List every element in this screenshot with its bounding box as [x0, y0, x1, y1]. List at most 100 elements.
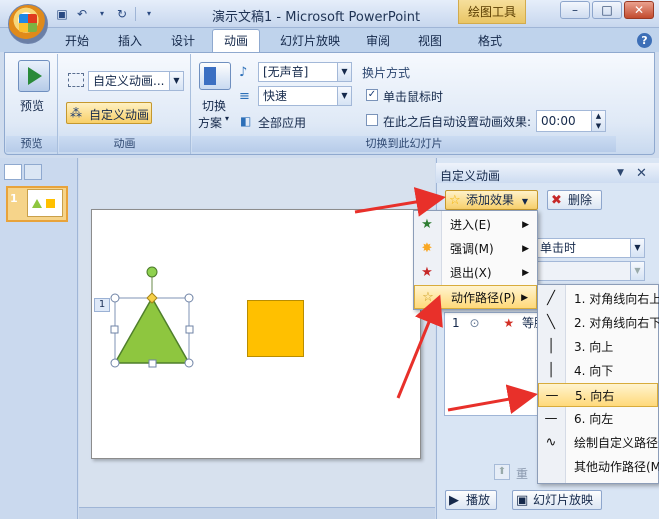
menu-item-label: 退出(X): [450, 266, 492, 280]
submenu-arrow-icon: ▶: [522, 244, 529, 254]
chevron-down-icon: ▼: [337, 87, 351, 105]
undo-icon[interactable]: ↶: [75, 7, 89, 21]
menu-item-label: 动作路径(P): [451, 291, 516, 305]
path-down-icon: │: [547, 363, 555, 378]
transition-scheme-line2[interactable]: 方案: [198, 114, 222, 131]
submenu-arrow-icon: ▶: [522, 268, 529, 278]
notes-pane[interactable]: [79, 507, 435, 519]
sound-combo-value: [无声音]: [263, 65, 309, 79]
menu-item-up[interactable]: │ 3. 向上: [538, 335, 658, 359]
help-icon[interactable]: ?: [637, 33, 652, 48]
remove-button[interactable]: ✖ 删除: [547, 190, 602, 210]
play-button[interactable]: ▶ 播放: [445, 490, 497, 510]
menu-item-left[interactable]: — 6. 向左: [538, 407, 658, 431]
resize-handle[interactable]: [110, 293, 120, 303]
preview-button[interactable]: 预览: [20, 97, 44, 114]
apply-all-button[interactable]: 全部应用: [258, 114, 306, 131]
menu-item-down[interactable]: │ 4. 向下: [538, 359, 658, 383]
tab-view[interactable]: 视图: [410, 31, 450, 52]
customize-qat-icon[interactable]: ▾: [142, 7, 156, 21]
apply-all-icon: ◧: [240, 114, 252, 128]
office-button[interactable]: [8, 4, 48, 44]
remove-label: 删除: [568, 193, 593, 207]
auto-after-checkbox[interactable]: [366, 114, 378, 126]
animate-icon: [68, 73, 84, 87]
chevron-down-icon: ▼: [521, 197, 528, 206]
effect-star-icon: ★: [503, 316, 515, 330]
list-item-number: 1: [452, 316, 460, 330]
move-up-icon[interactable]: ⬆: [494, 464, 510, 480]
add-effect-star-icon: ☆: [449, 193, 461, 208]
contextual-tab-drawing-tools: 绘图工具: [458, 0, 526, 24]
isosceles-triangle[interactable]: [113, 296, 191, 364]
chevron-down-icon: ▼: [169, 72, 183, 90]
speed-combo-value: 快速: [263, 89, 288, 103]
square-shape[interactable]: [247, 300, 304, 357]
resize-handle[interactable]: [110, 358, 120, 368]
auto-time-value: 00:00: [541, 114, 576, 128]
menu-item-entrance[interactable]: ★ 进入(E) ▶: [414, 213, 537, 237]
scheme-dropdown-icon[interactable]: ▾: [225, 114, 229, 123]
undo-dropdown-icon[interactable]: ▾: [95, 7, 109, 21]
menu-item-diag-down-right[interactable]: ╲ 2. 对角线向右下: [538, 311, 659, 335]
tab-format[interactable]: 格式: [470, 31, 510, 52]
transition-scheme-line1[interactable]: 切换: [202, 97, 226, 114]
resize-handle[interactable]: [184, 358, 194, 368]
tab-design[interactable]: 设计: [163, 31, 203, 52]
tab-review[interactable]: 审阅: [358, 31, 398, 52]
speed-combo[interactable]: 快速 ▼: [258, 86, 352, 106]
resize-handle[interactable]: [148, 359, 157, 368]
auto-time-spinner[interactable]: 00:00 ▲ ▼: [536, 110, 606, 132]
tab-home[interactable]: 开始: [57, 31, 97, 52]
on-click-checkbox[interactable]: ✓: [366, 89, 378, 101]
qat-separator: [135, 7, 136, 21]
menu-item-exit[interactable]: ★ 退出(X) ▶: [414, 261, 537, 285]
triangle-shape-selection[interactable]: [105, 262, 205, 374]
menu-item-label: 5. 向右: [575, 389, 615, 403]
slides-tab-icon[interactable]: [4, 164, 22, 180]
tab-insert[interactable]: 插入: [110, 31, 150, 52]
task-pane-title: 自定义动画: [440, 169, 501, 183]
exit-star-icon: ★: [421, 265, 433, 280]
start-combo-value: 单击时: [540, 241, 577, 255]
redo-icon[interactable]: ↻: [115, 7, 129, 21]
resize-handle[interactable]: [185, 325, 194, 334]
sound-icon: ♪: [239, 65, 248, 80]
play-icon: ▶: [449, 493, 459, 508]
preview-icon[interactable]: [18, 60, 50, 92]
rotation-handle[interactable]: [146, 266, 158, 278]
menu-item-motion-path[interactable]: ☆ 动作路径(P) ▶: [414, 285, 537, 309]
close-button[interactable]: ✕: [624, 1, 654, 19]
menu-item-emphasis[interactable]: ✸ 强调(M) ▶: [414, 237, 537, 261]
resize-handle[interactable]: [184, 293, 194, 303]
menu-item-draw-custom[interactable]: ∿ 绘制自定义路径(D): [538, 431, 659, 455]
custom-animation-button[interactable]: ⁂ 自定义动画: [66, 102, 152, 124]
menu-item-label: 1. 对角线向右上: [574, 292, 659, 306]
close-icon[interactable]: ✕: [636, 166, 647, 181]
sound-combo[interactable]: [无声音] ▼: [258, 62, 352, 82]
group-label-animation: 动画: [59, 136, 190, 152]
custom-path-icon: ∿: [545, 435, 557, 450]
menu-item-diag-up-right[interactable]: ╱ 1. 对角线向右上: [538, 287, 659, 311]
menu-item-more-paths[interactable]: 其他动作路径(M)...: [538, 455, 659, 479]
restore-button[interactable]: □: [592, 1, 622, 19]
adjust-handle[interactable]: [146, 292, 158, 304]
custom-animation-label: 自定义动画: [89, 108, 150, 122]
task-pane-options-icon[interactable]: ▼: [617, 168, 624, 178]
add-effect-button[interactable]: ☆ 添加效果 ▼: [445, 190, 538, 210]
slideshow-button[interactable]: ▣ 幻灯片放映: [512, 490, 602, 510]
direction-combo[interactable]: ▼: [535, 261, 645, 281]
group-label-transition: 切换到此幻灯片: [192, 136, 616, 152]
panel-tabs: [4, 164, 44, 180]
spinner-arrows-icon[interactable]: ▲ ▼: [591, 111, 605, 131]
start-combo[interactable]: 单击时 ▼: [535, 238, 645, 258]
menu-item-right[interactable]: — 5. 向右: [538, 383, 658, 407]
animate-combo[interactable]: 自定义动画... ▼: [88, 71, 184, 91]
transition-scheme-icon[interactable]: [199, 62, 231, 90]
tab-animation[interactable]: 动画: [212, 29, 260, 53]
save-icon[interactable]: ▣: [55, 7, 69, 21]
tab-slideshow[interactable]: 幻灯片放映: [270, 31, 350, 52]
resize-handle[interactable]: [110, 325, 119, 334]
minimize-button[interactable]: –: [560, 1, 590, 19]
outline-tab-icon[interactable]: [24, 164, 42, 180]
